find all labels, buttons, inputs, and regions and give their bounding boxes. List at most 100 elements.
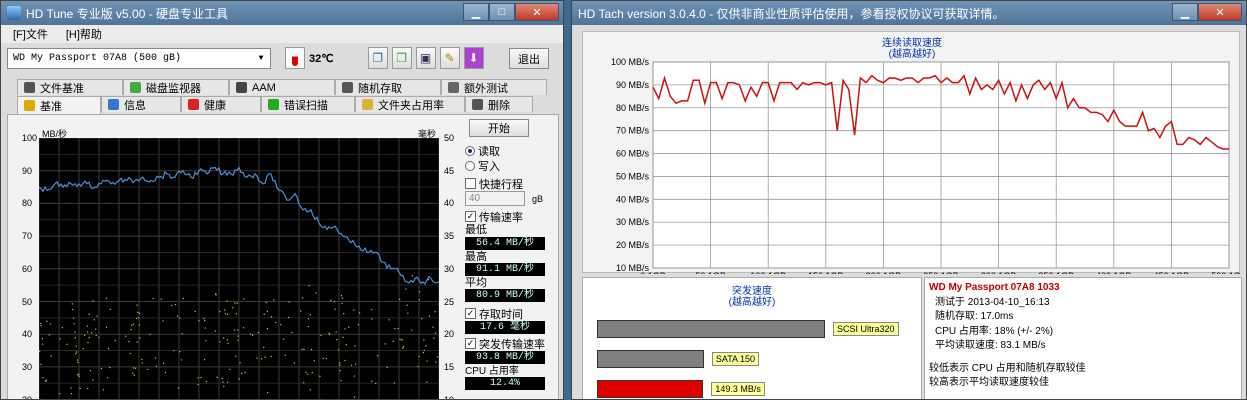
access-time-point — [130, 329, 132, 331]
tab-folder-usage[interactable]: 文件夹占用率 — [355, 96, 465, 112]
hdtune-window: HD Tune 专业版 v5.00 - 硬盘专业工具 ▁ □ ✕ [F]文件 [… — [0, 0, 564, 400]
tab-extra-tests[interactable]: 额外测试 — [441, 79, 547, 95]
access-time-point — [152, 297, 154, 300]
access-time-point — [92, 379, 94, 381]
minimize-button[interactable]: ▁ — [463, 3, 489, 21]
access-checkbox-box[interactable]: ✓ — [465, 308, 476, 319]
access-time-point — [203, 318, 205, 320]
extra-tests-icon — [448, 82, 459, 93]
transfer-checkbox-box[interactable]: ✓ — [465, 211, 476, 222]
access-time-point — [194, 310, 196, 312]
copy-info-icon[interactable]: ❐ — [367, 47, 388, 69]
access-time-point — [179, 317, 181, 319]
access-time-point — [386, 366, 388, 369]
access-time-point — [204, 320, 206, 322]
chevron-down-icon[interactable]: ▼ — [254, 51, 268, 66]
access-time-point — [171, 304, 173, 307]
download-icon[interactable]: ⬇ — [463, 47, 484, 69]
write-radio[interactable]: 写入 — [465, 158, 555, 173]
quick-size-stepper[interactable]: 40 — [465, 191, 525, 206]
close-button[interactable]: ✕ — [1198, 3, 1242, 21]
tab-erase[interactable]: 删除 — [465, 96, 533, 112]
access-time-point — [343, 312, 345, 315]
read-radio-dot[interactable] — [465, 145, 475, 156]
access-time-point — [138, 312, 141, 315]
burst-checkbox-box[interactable]: ✓ — [465, 338, 476, 349]
save-icon[interactable]: ▣ — [415, 47, 436, 69]
hdtune-title: HD Tune 专业版 v5.00 - 硬盘专业工具 — [26, 6, 229, 21]
access-time-point — [341, 297, 344, 299]
access-time-point — [313, 360, 315, 362]
access-time-point — [90, 332, 93, 334]
tab-aam[interactable]: AAM — [229, 79, 335, 95]
access-time-point — [267, 392, 269, 394]
hdtune-titlebar[interactable]: HD Tune 专业版 v5.00 - 硬盘专业工具 ▁ □ ✕ — [1, 1, 563, 25]
access-time-point — [162, 362, 165, 364]
access-time-point — [87, 341, 89, 344]
quick-checkbox-box[interactable] — [465, 178, 476, 189]
quick-checkbox[interactable]: 快捷行程 — [465, 176, 555, 191]
access-time-point — [337, 349, 340, 351]
tab-file-benchmark[interactable]: 文件基准 — [17, 79, 123, 95]
access-time-point — [348, 326, 350, 328]
burst-bar-label: 149.3 MB/s — [711, 382, 765, 396]
burst-bar-row: SATA 150 — [597, 350, 760, 368]
access-checkbox[interactable]: ✓ 存取时间 — [465, 306, 555, 321]
tab-error-scan[interactable]: 错误扫描 — [261, 96, 355, 112]
tab-disk-monitor[interactable]: 磁盘监视器 — [123, 79, 229, 95]
chart-title: 连续读取速度 — [882, 36, 942, 49]
drive-select[interactable]: WD My Passport 07A8 (500 gB) ▼ — [7, 47, 271, 69]
access-time-point — [223, 337, 225, 339]
access-time-point — [215, 293, 217, 295]
access-time-point — [284, 354, 286, 356]
drive-info-panel: WD My Passport 07A8 1033 测试于 2013-04-10_… — [924, 277, 1242, 399]
close-button[interactable]: ✕ — [515, 3, 559, 21]
access-time-point — [256, 357, 258, 359]
burst-bar-label: SATA 150 — [711, 352, 760, 366]
access-time-point — [135, 367, 137, 369]
read-speed-chart: 连续读取速度 (越高越好) 10 MB/s20 MB/s30 MB/s40 MB… — [611, 36, 1246, 281]
access-time-point — [336, 339, 338, 341]
access-value: 17.6 毫秒 — [465, 321, 545, 334]
tab-benchmark[interactable]: 基准 — [17, 96, 101, 114]
access-time-point — [200, 376, 202, 379]
access-time-point — [232, 307, 234, 309]
access-time-point — [438, 303, 439, 305]
tab-random-access[interactable]: 随机存取 — [335, 79, 441, 95]
transfer-checkbox[interactable]: ✓ 传输速率 — [465, 209, 555, 224]
thermometer-icon — [285, 47, 305, 69]
options-icon[interactable]: ✎ — [439, 47, 460, 69]
tab-info[interactable]: 信息 — [101, 96, 181, 112]
access-time-point — [237, 335, 239, 337]
burst-bar — [597, 350, 704, 368]
y-tick-left: 80 — [22, 198, 33, 209]
y-tick-right: 20 — [444, 329, 455, 340]
access-time-point — [107, 348, 110, 350]
menu-file[interactable]: [F]文件 — [13, 26, 48, 42]
burst-checkbox[interactable]: ✓ 突发传输速率 — [465, 336, 555, 351]
access-time-point — [84, 334, 86, 336]
minimize-button[interactable]: ▁ — [1172, 3, 1198, 21]
access-time-point — [160, 298, 162, 300]
access-time-point — [136, 317, 138, 320]
access-time-point — [432, 326, 434, 328]
read-radio[interactable]: 读取 — [465, 143, 555, 158]
menu-help[interactable]: [H]帮助 — [66, 26, 102, 42]
hdtach-titlebar[interactable]: HD Tach version 3.0.4.0 - 仅供非商业性质评估使用，参看… — [572, 1, 1246, 25]
maximize-button[interactable]: □ — [489, 3, 515, 21]
tab-health[interactable]: 健康 — [181, 96, 261, 112]
info-date: 测试于 2013-04-10_16:13 — [935, 296, 1050, 308]
exit-button[interactable]: 退出 — [509, 48, 549, 69]
x-tick-label: 350.1GB — [1038, 271, 1074, 274]
x-tick-label: 400.1GB — [1096, 271, 1132, 274]
info-icon — [108, 99, 119, 110]
copy-screenshot-icon[interactable]: ❐ — [391, 47, 412, 69]
write-radio-dot[interactable] — [465, 160, 475, 171]
burst-bar-label: SCSI Ultra320 — [833, 322, 899, 336]
start-button[interactable]: 开始 — [469, 119, 529, 137]
access-time-point — [234, 329, 236, 331]
access-time-point — [340, 295, 343, 297]
access-time-point — [72, 309, 74, 311]
access-time-point — [270, 355, 272, 358]
folder-icon — [362, 99, 373, 110]
